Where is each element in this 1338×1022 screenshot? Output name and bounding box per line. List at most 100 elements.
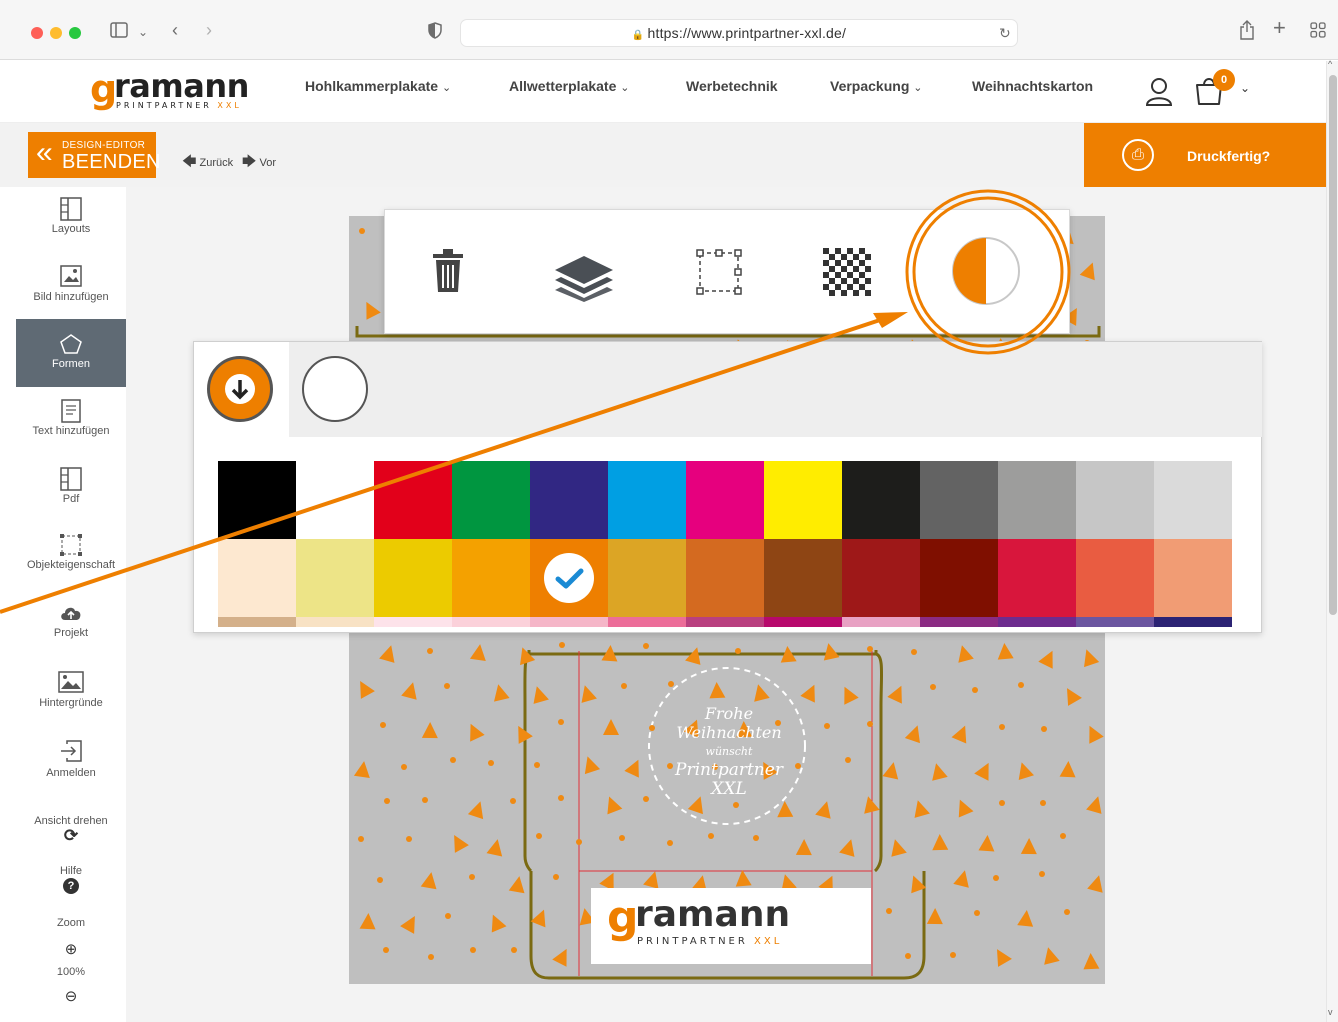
color-swatch[interactable] [374,617,452,627]
pattern-motif [486,837,506,857]
color-swatch[interactable] [686,617,764,627]
tab-overview-icon[interactable] [1310,22,1326,42]
sidebar-item-object-properties[interactable]: Objekteigenschaft [16,533,126,593]
color-swatch[interactable] [764,539,842,617]
zoom-out-icon[interactable]: ⊖ [16,987,126,1007]
scrollbar-thumb[interactable] [1329,75,1337,615]
color-swatch[interactable] [998,461,1076,539]
color-swatch[interactable] [218,617,296,627]
chevron-down-icon[interactable]: ⌄ [138,22,148,42]
page-scrollbar[interactable]: ^ v [1326,59,1338,1022]
zoom-in-icon[interactable]: ⊕ [16,940,126,960]
pattern-motif [534,762,540,768]
no-fill-tab[interactable] [302,356,368,422]
print-ready-button[interactable]: ⎙ Druckfertig? [1084,123,1326,187]
sidebar-item-add-image[interactable]: Bild hinzufügen [16,265,126,325]
artboard-logo-box[interactable]: g ramann PRINTPARTNER XXL [591,888,871,964]
color-swatch[interactable] [608,461,686,539]
color-swatch[interactable] [842,617,920,627]
sidebar-item-add-text[interactable]: Text hinzufügen [16,399,126,459]
login-icon [61,740,82,762]
color-swatch[interactable] [1076,617,1154,627]
color-swatch-selected[interactable] [530,539,608,617]
undo-button[interactable]: 🡄 Zurück [182,151,233,175]
sidebar-item-project[interactable]: Projekt [16,603,126,663]
color-swatch[interactable] [530,617,608,627]
maximize-window-button[interactable] [69,27,81,39]
sidebar-item-pdf[interactable]: Pdf [16,467,126,527]
sidebar-item-backgrounds[interactable]: Hintergründe [16,671,126,731]
color-swatch[interactable] [608,617,686,627]
pdf-icon [60,467,82,491]
nav-hohlkammerplakate[interactable]: Hohlkammerplakate ⌄ [305,78,451,94]
help-button[interactable]: Hilfe ? [16,865,126,905]
color-swatch[interactable] [530,461,608,539]
color-swatch[interactable] [920,461,998,539]
account-icon[interactable] [1145,77,1173,112]
color-swatch[interactable] [452,539,530,617]
redo-button[interactable]: 🡆 Vor [242,151,276,175]
nav-werbetechnik[interactable]: Werbetechnik [686,78,778,94]
nav-verpackung[interactable]: Verpackung ⌄ [830,78,922,94]
color-swatch[interactable] [1076,539,1154,617]
sidebar-item-login[interactable]: Anmelden [16,739,126,799]
minimize-window-button[interactable] [50,27,62,39]
color-swatch[interactable] [296,461,374,539]
sidebar-toggle-icon[interactable] [110,22,128,42]
forward-nav-icon[interactable]: › [206,20,212,40]
trash-icon[interactable] [431,248,465,299]
object-properties-icon [60,534,82,556]
share-icon[interactable] [1239,20,1255,44]
site-logo[interactable]: g ramann PRINTPARTNER XXL [90,67,260,113]
nav-allwetterplakate[interactable]: Allwetterplakate ⌄ [509,78,629,94]
back-nav-icon[interactable]: ‹ [172,20,178,40]
color-swatch[interactable] [1154,617,1232,627]
color-swatch[interactable] [764,617,842,627]
color-swatch[interactable] [686,539,764,617]
color-swatch[interactable] [296,539,374,617]
color-swatch[interactable] [452,461,530,539]
pattern-motif [911,649,917,655]
pattern-motif [558,719,564,725]
scroll-up-icon: ^ [1328,59,1333,69]
new-tab-icon[interactable]: + [1273,17,1286,39]
fill-color-icon[interactable] [951,236,1021,311]
layers-icon[interactable] [553,254,615,307]
color-swatch[interactable] [1154,461,1232,539]
color-picker-panel [193,341,1262,633]
sidebar-item-layouts[interactable]: Layouts [16,197,126,257]
color-swatch[interactable] [842,461,920,539]
color-swatch[interactable] [374,461,452,539]
rotate-view-button[interactable]: Ansicht drehen ⟳ [16,815,126,859]
color-swatch[interactable] [920,539,998,617]
color-swatch[interactable] [218,539,296,617]
color-swatch[interactable] [686,461,764,539]
color-swatch[interactable] [920,617,998,627]
sidebar-item-shapes[interactable]: Formen [16,319,126,387]
reload-icon[interactable]: ↻ [999,23,1011,43]
transparency-icon[interactable] [823,248,871,301]
greeting-text: Frohe Weihnachten wünscht Printpartner X… [675,704,783,799]
color-swatch[interactable] [764,461,842,539]
color-swatch[interactable] [1076,461,1154,539]
logo-tagline: PRINTPARTNER XXL [116,101,242,110]
color-swatch[interactable] [1154,539,1232,617]
color-swatch[interactable] [374,539,452,617]
color-swatch[interactable] [998,617,1076,627]
privacy-shield-icon[interactable] [428,22,442,43]
pattern-motif [930,684,936,690]
color-swatch[interactable] [452,617,530,627]
color-swatch[interactable] [218,461,296,539]
address-bar[interactable]: 🔒 https://www.printpartner-xxl.de/ ↻ [460,19,1018,47]
color-swatch[interactable] [608,539,686,617]
fill-mode-tab[interactable] [207,356,273,422]
exit-editor-button[interactable]: « DESIGN-EDITOR BEENDEN [28,132,160,178]
nav-weihnachtskarton[interactable]: Weihnachtskarton [972,78,1093,94]
close-window-button[interactable] [31,27,43,39]
resize-icon[interactable] [695,248,743,301]
color-swatch[interactable] [296,617,374,627]
chevron-down-icon[interactable]: ⌄ [1240,81,1250,95]
color-swatch[interactable] [842,539,920,617]
pattern-motif [510,798,516,804]
color-swatch[interactable] [998,539,1076,617]
